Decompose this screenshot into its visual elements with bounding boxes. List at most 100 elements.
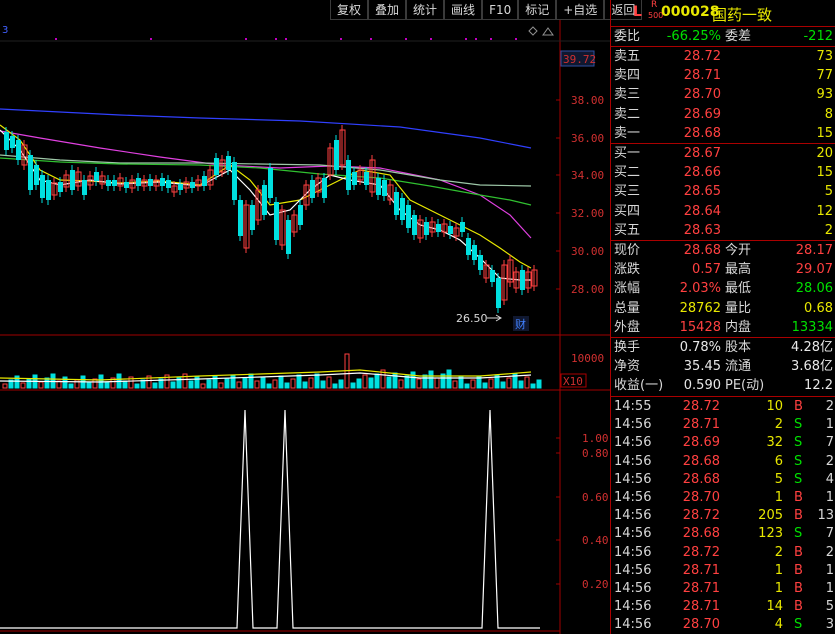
- tick-count: 2: [825, 453, 834, 469]
- tick-row[interactable]: 14:56 28.68 123 S 7: [611, 525, 835, 543]
- weibi-label: 委比: [614, 29, 641, 44]
- toolbar-button[interactable]: +自选: [556, 0, 605, 20]
- candle-body: [436, 224, 441, 232]
- candle-body: [166, 180, 171, 188]
- toolbar-button[interactable]: 标记: [518, 0, 557, 20]
- tick-row[interactable]: 14:56 28.72 2 B 2: [611, 544, 835, 562]
- tick-time: 14:56: [614, 471, 652, 487]
- toolbar-button[interactable]: F10: [482, 0, 519, 20]
- signal-dot: [430, 38, 432, 40]
- tick-price: 28.70: [682, 490, 720, 505]
- triangle-icon[interactable]: [542, 27, 554, 36]
- tick-count: 1: [825, 581, 834, 596]
- toolbar-button[interactable]: 统计: [406, 0, 445, 20]
- toolbar-button[interactable]: 叠加: [368, 0, 407, 20]
- mark-l: L: [633, 4, 642, 20]
- book-volume: 77: [816, 68, 833, 84]
- candle-body: [82, 180, 87, 195]
- signal-dot: [490, 38, 492, 40]
- stat-label: 现价: [614, 243, 641, 258]
- tick-side: B: [794, 544, 803, 560]
- stat-row: 涨跌 0.57 最高 29.07: [611, 260, 835, 279]
- book-row: 买四 28.64 12: [611, 202, 835, 221]
- indicator-axis-label: 1.00: [582, 432, 609, 445]
- kline-chart[interactable]: 3 39.72 38.00 36.00 34.00 32.00 30.00 28.00 1000…: [0, 20, 610, 634]
- stat-value: 0.57: [692, 262, 721, 278]
- book-label: 买二: [614, 165, 641, 181]
- fin-row: 换手 0.78% 股本 4.28亿: [611, 338, 835, 357]
- tick-side: B: [794, 562, 803, 578]
- tick-side: B: [794, 508, 803, 524]
- toolbar-button[interactable]: 复权: [330, 0, 369, 20]
- book-price: 28.72: [683, 49, 721, 64]
- book-row: 买三 28.65 5: [611, 182, 835, 201]
- volume-bar: [404, 375, 410, 389]
- volume-bar: [152, 382, 158, 389]
- volume-bar: [290, 378, 296, 389]
- ma-line-blue: [0, 108, 532, 149]
- tick-row[interactable]: 14:56 28.70 4 S 3: [611, 616, 835, 634]
- volume-axis-label: 10000: [571, 352, 604, 365]
- tick-row[interactable]: 14:56 28.68 5 S 4: [611, 471, 835, 489]
- fin-marker[interactable]: 财: [515, 317, 526, 331]
- book-volume: 5: [824, 184, 833, 200]
- tick-row[interactable]: 14:55 28.72 10 B 2: [611, 398, 835, 416]
- indicator-line: [0, 409, 540, 629]
- tick-row[interactable]: 14:56 28.71 1 B 1: [611, 580, 835, 598]
- tick-volume: 10: [766, 399, 783, 414]
- candle-body: [178, 184, 183, 190]
- volume-bar: [236, 381, 242, 389]
- candle-body: [28, 155, 33, 190]
- candle-body: [490, 270, 495, 282]
- volume-bar: [302, 381, 308, 389]
- tick-row[interactable]: 14:56 28.69 32 S 7: [611, 434, 835, 452]
- tick-volume: 1: [774, 490, 783, 505]
- candle-body: [58, 182, 63, 192]
- tick-row[interactable]: 14:56 28.71 14 B 5: [611, 598, 835, 616]
- stock-code[interactable]: 000028: [661, 4, 719, 20]
- tick-row[interactable]: 14:56 28.70 1 B 1: [611, 489, 835, 507]
- stat-label: 外盘: [614, 319, 641, 335]
- weicha-value: -212: [803, 29, 833, 44]
- tick-side: S: [794, 471, 803, 487]
- book-label: 卖二: [614, 106, 641, 122]
- stock-name[interactable]: 国药一致: [712, 4, 772, 25]
- book-price: 28.65: [683, 184, 721, 200]
- stat-row: 涨幅 2.03% 最低 28.06: [611, 279, 835, 298]
- volume-bar: [206, 379, 212, 389]
- volume-bar: [422, 374, 428, 389]
- book-price: 28.69: [683, 106, 721, 122]
- tick-price: 28.72: [682, 508, 720, 524]
- tick-time: 14:56: [614, 435, 652, 451]
- stat-value: 28.68: [683, 243, 721, 258]
- volume-bar: [26, 378, 32, 389]
- tick-time: 14:56: [614, 617, 652, 633]
- volume-bar: [86, 382, 92, 389]
- book-volume: 2: [824, 222, 833, 238]
- candle-body: [10, 136, 15, 148]
- volume-bar: [434, 377, 440, 389]
- tick-count: 2: [825, 544, 834, 560]
- volume-bar: [362, 374, 368, 389]
- book-volume: 93: [816, 87, 833, 103]
- book-row: 买二 28.66 15: [611, 163, 835, 182]
- candle-body: [238, 200, 243, 236]
- toolbar-button[interactable]: 画线: [444, 0, 483, 20]
- candle-body: [112, 180, 117, 186]
- chart-toolbar: 复权 叠加 统计 画线 F10 标记 +自选 返回: [330, 0, 643, 21]
- tick-side: S: [794, 417, 803, 433]
- tick-row[interactable]: 14:56 28.71 2 S 1: [611, 416, 835, 434]
- stat-value: 0.68: [804, 300, 833, 316]
- tick-side: B: [794, 599, 803, 615]
- tick-row[interactable]: 14:56 28.68 6 S 2: [611, 453, 835, 471]
- book-price: 28.67: [683, 146, 721, 161]
- volume-bar: [374, 373, 380, 389]
- candle-body: [274, 202, 279, 240]
- diamond-icon[interactable]: [528, 26, 538, 36]
- tick-row[interactable]: 14:56 28.72 205 B 13: [611, 507, 835, 525]
- book-volume: 15: [816, 165, 833, 181]
- tick-row[interactable]: 14:56 28.71 1 B 1: [611, 562, 835, 580]
- tick-count: 1: [825, 562, 834, 578]
- book-volume: 8: [824, 106, 833, 122]
- signal-dot: [465, 38, 467, 40]
